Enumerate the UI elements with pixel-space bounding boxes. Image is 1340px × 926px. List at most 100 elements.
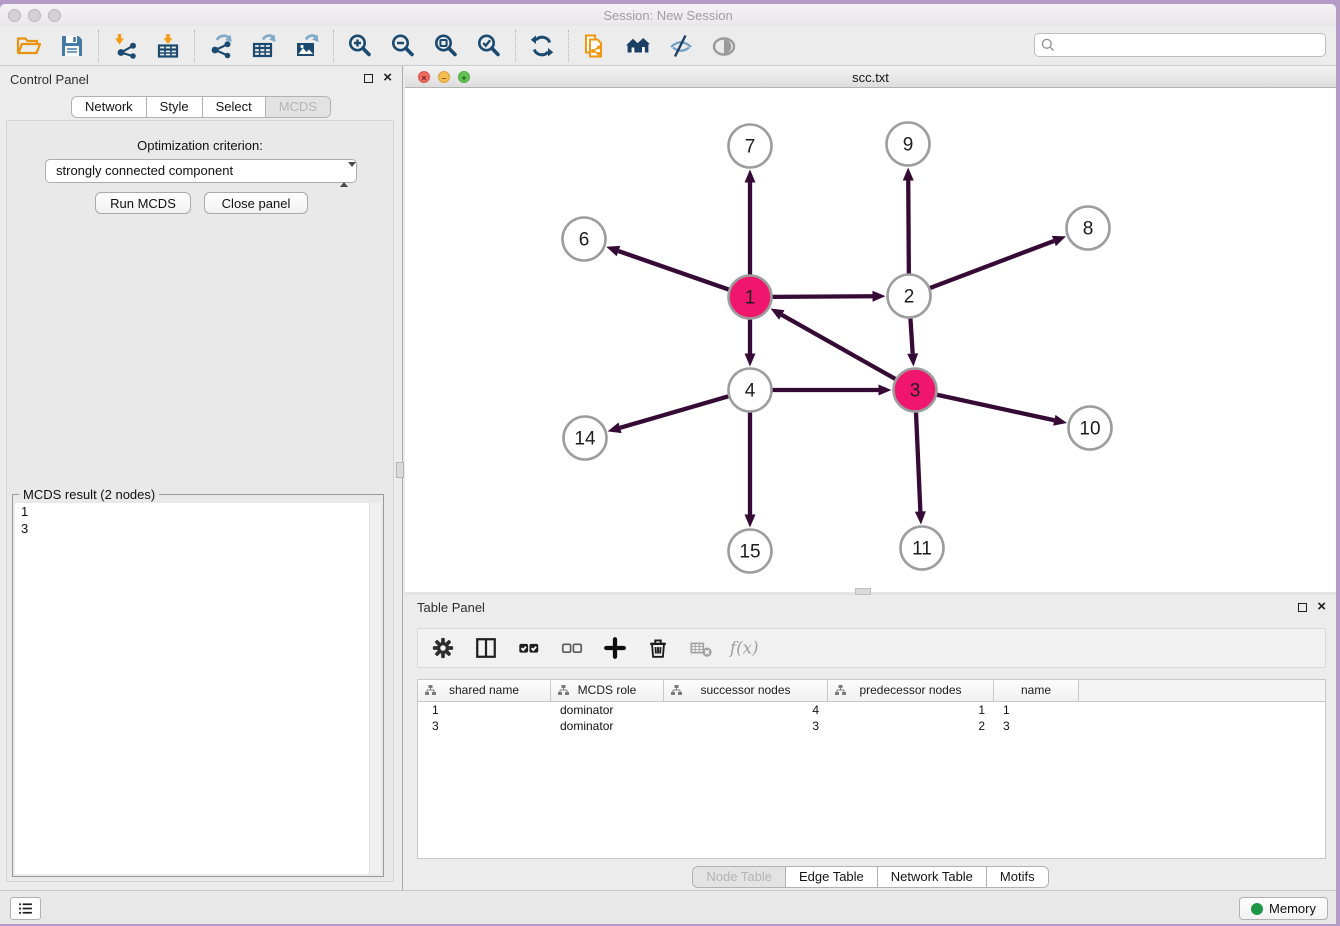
graph-edge-1-6[interactable] [618, 251, 728, 290]
mcds-result-item[interactable]: 1 [15, 503, 381, 520]
select-all-checkboxes-button[interactable] [514, 633, 544, 663]
table-cell[interactable]: 1 [418, 702, 551, 718]
column-header-predecessor-nodes[interactable]: predecessor nodes [828, 680, 994, 702]
table-cell[interactable]: 3 [418, 718, 551, 734]
column-header-MCDS-role[interactable]: MCDS role [551, 680, 664, 702]
refresh-layout-button[interactable] [525, 29, 559, 63]
show-panels-button[interactable] [10, 897, 41, 920]
column-header-label: MCDS role [578, 683, 637, 697]
main-toolbar [0, 26, 1336, 66]
column-header-filler [1079, 680, 1325, 702]
network-view-title: scc.txt [405, 70, 1336, 85]
mcds-result-list: 13 [15, 503, 381, 874]
control-panel-tabs: NetworkStyleSelectMCDS [0, 96, 402, 118]
save-session-icon [59, 33, 85, 59]
export-image-icon [294, 33, 320, 59]
graph-edge-arrowhead [745, 515, 756, 528]
horizontal-splitter-handle[interactable] [855, 588, 871, 595]
column-header-name[interactable]: name [994, 680, 1079, 702]
network-canvas[interactable]: 7968124314101511 [405, 88, 1336, 592]
table-cell[interactable]: 4 [664, 702, 828, 718]
table-tab-motifs[interactable]: Motifs [986, 867, 1048, 887]
home-button[interactable] [621, 29, 655, 63]
delete-column-button[interactable] [643, 633, 673, 663]
table-row[interactable]: 3dominator323 [418, 718, 1325, 734]
graph-svg: 7968124314101511 [405, 88, 1336, 592]
birds-eye-view-button[interactable] [707, 29, 741, 63]
graph-edge-3-10[interactable] [937, 395, 1054, 420]
svg-text:f(x): f(x) [729, 637, 759, 657]
graph-edge-1-2[interactable] [772, 296, 872, 297]
open-file-icon [16, 33, 42, 59]
optimization-criterion-dropdown[interactable]: strongly connected component [45, 159, 357, 183]
home-icon [625, 33, 651, 59]
float-panel-icon[interactable] [364, 74, 373, 83]
graph-edge-4-14[interactable] [620, 396, 728, 428]
memory-button[interactable]: Memory [1239, 897, 1328, 920]
vertical-splitter-handle[interactable] [396, 462, 404, 478]
graph-edge-arrowhead [1052, 236, 1066, 246]
tab-network[interactable]: Network [72, 97, 146, 117]
table-cell[interactable]: 3 [994, 718, 1079, 734]
table-tab-node-table[interactable]: Node Table [693, 867, 785, 887]
tab-select[interactable]: Select [202, 97, 265, 117]
open-file-button[interactable] [12, 29, 46, 63]
table-cell[interactable]: 3 [664, 718, 828, 734]
tab-style[interactable]: Style [146, 97, 202, 117]
graph-node-label-10: 10 [1079, 419, 1100, 440]
tab-mcds[interactable]: MCDS [265, 97, 330, 117]
add-column-button[interactable] [600, 633, 630, 663]
graph-edge-3-1[interactable] [782, 315, 896, 379]
table-cell[interactable]: dominator [551, 718, 664, 734]
graph-edge-arrowhead [907, 353, 918, 366]
graph-edge-2-3[interactable] [910, 318, 912, 353]
mcds-result-item[interactable]: 3 [15, 520, 381, 537]
graph-edge-2-9[interactable] [908, 180, 909, 273]
zoom-out-button[interactable] [386, 29, 420, 63]
export-image-button[interactable] [290, 29, 324, 63]
table-cell[interactable]: 2 [828, 718, 994, 734]
settings-gear-button[interactable] [428, 633, 458, 663]
zoom-fit-button[interactable] [429, 29, 463, 63]
refresh-layout-icon [529, 33, 555, 59]
close-panel-button[interactable]: Close panel [204, 192, 308, 214]
graph-edge-arrowhead [608, 423, 622, 434]
column-chooser-button[interactable] [471, 633, 501, 663]
export-network-button[interactable] [204, 29, 238, 63]
table-cell[interactable]: 1 [994, 702, 1079, 718]
zoom-selected-icon [476, 33, 502, 59]
table-row[interactable]: 1dominator411 [418, 702, 1325, 718]
zoom-selected-button[interactable] [472, 29, 506, 63]
column-type-icon [671, 685, 682, 696]
result-scrollbar[interactable] [369, 503, 381, 874]
search-input[interactable] [1034, 33, 1326, 57]
table-panel-title: Table Panel [417, 600, 485, 615]
table-cell[interactable]: 1 [828, 702, 994, 718]
duplicate-network-button[interactable] [578, 29, 612, 63]
graph-node-label-9: 9 [903, 135, 914, 156]
table-cell[interactable]: dominator [551, 702, 664, 718]
graph-edge-3-11[interactable] [916, 412, 920, 511]
float-table-panel-icon[interactable] [1298, 603, 1307, 612]
toolbar-separator [333, 30, 334, 62]
import-network-button[interactable] [108, 29, 142, 63]
import-table-icon [155, 33, 181, 59]
hide-graphics-details-button[interactable] [664, 29, 698, 63]
table-tab-network-table[interactable]: Network Table [877, 867, 986, 887]
close-table-panel-icon[interactable]: × [1317, 601, 1326, 613]
column-header-successor-nodes[interactable]: successor nodes [664, 680, 828, 702]
run-mcds-button[interactable]: Run MCDS [95, 192, 191, 214]
close-panel-icon[interactable]: × [383, 72, 392, 84]
graph-edge-2-8[interactable] [930, 241, 1054, 288]
save-session-button[interactable] [55, 29, 89, 63]
network-view-titlebar: × – + scc.txt [405, 66, 1336, 88]
export-table-button[interactable] [247, 29, 281, 63]
deselect-all-checkboxes-button[interactable] [557, 633, 587, 663]
table-panel-header: Table Panel × [405, 595, 1336, 619]
control-panel-title: Control Panel [10, 72, 89, 87]
column-header-shared-name[interactable]: shared name [418, 680, 551, 702]
zoom-in-button[interactable] [343, 29, 377, 63]
table-tab-edge-table[interactable]: Edge Table [785, 867, 877, 887]
import-table-button[interactable] [151, 29, 185, 63]
status-bar: Memory [0, 890, 1336, 924]
